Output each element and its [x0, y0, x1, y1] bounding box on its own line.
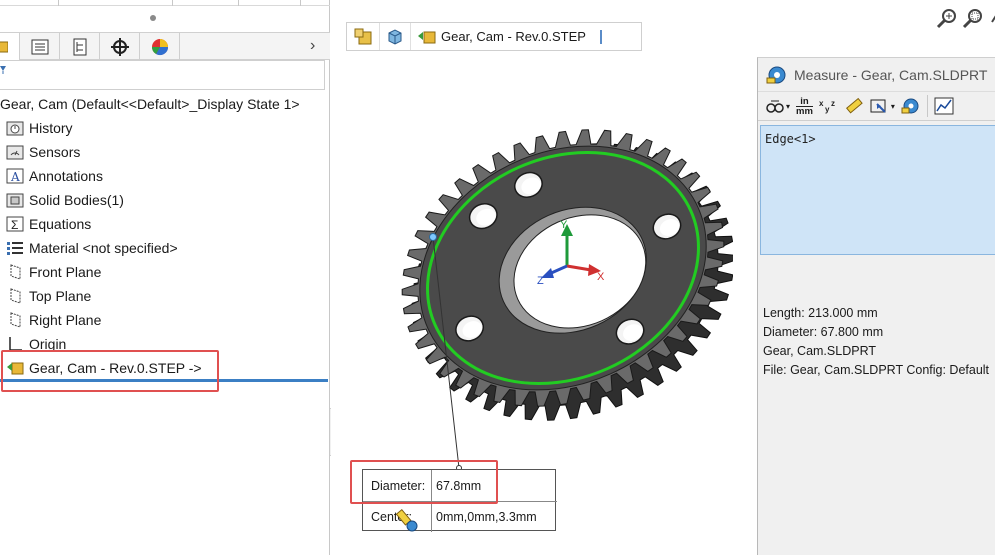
tree-item-solid-bodies[interactable]: Solid Bodies(1)	[0, 188, 124, 212]
filter-icon[interactable]	[0, 65, 8, 75]
tree-item-front-plane[interactable]: Front Plane	[0, 260, 101, 284]
measure-icon	[766, 66, 786, 83]
arc-measure-icon	[766, 100, 784, 113]
point-to-point-button[interactable]	[845, 95, 863, 117]
tree-item-label: Top Plane	[29, 288, 92, 304]
tree-item-top-plane[interactable]: Top Plane	[0, 284, 91, 308]
show-xyz-button[interactable]: xyz	[819, 95, 839, 117]
selected-entity: Edge<1>	[765, 132, 816, 146]
units-in-label: in	[800, 95, 809, 107]
tree-item-label: Sensors	[29, 144, 81, 160]
dimxpert-tab[interactable]	[100, 33, 140, 60]
dropdown-arrow-icon[interactable]: ▾	[786, 95, 790, 117]
annotation-highlight-box	[1, 350, 219, 392]
sensor-graph-icon	[934, 97, 954, 115]
dropdown-arrow-icon[interactable]: ▾	[891, 95, 895, 117]
projected-on-button[interactable]	[869, 95, 889, 117]
measure-dialog: Measure - Gear, Cam.SLDPRT ▾ in mm xyz ▾	[757, 57, 995, 555]
coordinate-triad: Y X Z	[537, 219, 605, 286]
feature-manager-panel: › Gear, Cam (Default<<Default>_Display S…	[0, 0, 330, 555]
svg-text:Σ: Σ	[11, 218, 18, 232]
tree-item-equations[interactable]: Σ Equations	[0, 212, 91, 236]
tree-item-label: Right Plane	[29, 312, 102, 328]
panel-grip[interactable]	[150, 15, 156, 21]
tree-item-label: Front Plane	[29, 264, 102, 280]
chevron-right-icon[interactable]: ›	[310, 37, 315, 55]
measure-results: Length: 213.000 mm Diameter: 67.800 mm G…	[763, 304, 989, 380]
svg-text:A: A	[10, 170, 20, 184]
arc-circle-measurements-button[interactable]	[766, 95, 784, 117]
tree-item-history[interactable]: History	[0, 116, 73, 140]
edge-pick-point	[429, 233, 437, 241]
x-axis-label: X	[597, 271, 605, 283]
result-length: Length: 213.000 mm	[763, 306, 878, 320]
material-icon	[7, 242, 23, 255]
tree-item-label: Solid Bodies(1)	[29, 192, 124, 208]
tree-item-right-plane[interactable]: Right Plane	[0, 308, 101, 332]
result-diameter: Diameter: 67.800 mm	[763, 325, 884, 339]
featuremanager-tab[interactable]	[0, 33, 20, 60]
tree-root-part[interactable]: Gear, Cam (Default<<Default>_Display Sta…	[0, 92, 300, 116]
projected-icon	[870, 99, 886, 113]
measurement-history-button[interactable]	[901, 95, 921, 117]
measure-title: Measure - Gear, Cam.SLDPRT	[794, 66, 988, 83]
ruler-icon	[845, 97, 863, 114]
annotation-highlight-box	[350, 460, 498, 504]
measure-history-icon	[901, 98, 919, 114]
propertymanager-icon	[31, 39, 48, 54]
solid-bodies-icon	[6, 193, 24, 208]
units-mm-label: mm	[796, 105, 813, 117]
result-file-config: File: Gear, Cam.SLDPRT Config: Default	[763, 363, 990, 377]
units-precision-button[interactable]: in mm	[796, 95, 813, 117]
measure-toolbar: ▾ in mm xyz ▾	[758, 91, 995, 121]
measure-cursor-icon	[396, 509, 418, 532]
svg-text:z: z	[831, 99, 835, 108]
tree-item-material[interactable]: Material <not specified>	[0, 236, 178, 260]
z-axis-label: Z	[537, 275, 544, 286]
crosshair-icon	[110, 37, 129, 56]
configurationmanager-tab[interactable]	[60, 33, 100, 60]
equations-icon: Σ	[6, 216, 24, 232]
tree-item-sensors[interactable]: Sensors	[0, 140, 80, 164]
display-manager-tab[interactable]	[140, 33, 180, 60]
tree-item-annotations[interactable]: A Annotations	[0, 164, 103, 188]
annotations-icon: A	[6, 168, 24, 184]
create-sensor-button[interactable]	[934, 95, 954, 117]
propertymanager-tab[interactable]	[20, 33, 60, 60]
manager-tab-bar: ›	[0, 32, 330, 60]
plane-icon	[10, 312, 21, 328]
part-name: Gear, Cam (Default<<Default>_Display Sta…	[0, 96, 300, 112]
sensors-folder-icon	[6, 145, 24, 160]
featuremanager-icon	[0, 41, 8, 52]
tree-item-label: Material <not specified>	[29, 240, 178, 256]
display-manager-icon	[151, 38, 168, 55]
top-strip	[0, 0, 330, 6]
svg-text:x: x	[819, 99, 824, 108]
history-folder-icon	[6, 121, 24, 136]
plane-icon	[10, 264, 21, 280]
result-part-name: Gear, Cam.SLDPRT	[763, 344, 877, 358]
y-axis-label: Y	[560, 219, 568, 231]
measure-title-bar[interactable]: Measure - Gear, Cam.SLDPRT	[758, 58, 995, 91]
tree-item-label: Annotations	[29, 168, 103, 184]
tree-item-label: History	[29, 120, 73, 136]
selection-list[interactable]: Edge<1>	[760, 125, 995, 255]
plane-icon	[10, 288, 21, 304]
configurationmanager-icon	[73, 38, 86, 55]
xyz-measure-icon: xyz	[819, 99, 835, 114]
center-value: 0mm,0mm,3.3mm	[436, 510, 537, 524]
tree-item-label: Equations	[29, 216, 92, 232]
tree-filter-box[interactable]	[0, 60, 325, 90]
svg-text:y: y	[825, 105, 830, 114]
